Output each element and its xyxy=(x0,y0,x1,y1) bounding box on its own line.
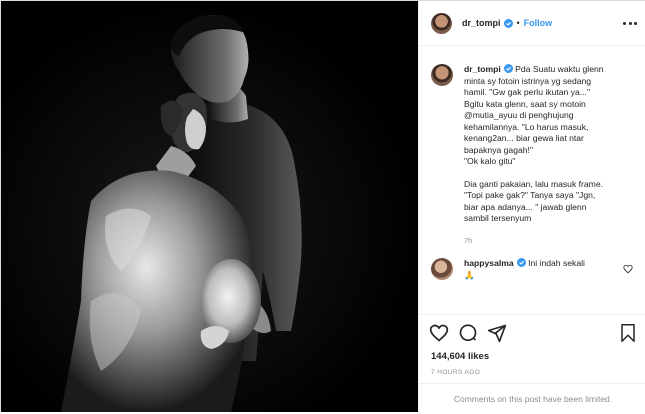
post-photo[interactable] xyxy=(1,1,418,412)
caption-line: sambil tersenyum xyxy=(464,213,532,223)
verified-badge-icon xyxy=(503,64,513,73)
caption-line: minta sy fotoin istrinya yg sedang xyxy=(464,75,592,86)
comment-emoji: 🙏 xyxy=(464,269,475,280)
post-side-panel: dr_tompi • Follow dr_tompi Pda Suatu wak… xyxy=(418,1,645,412)
caption-body: dr_tompi Pda Suatu waktu glenn minta sy … xyxy=(464,64,632,246)
header-separator: • xyxy=(516,18,520,28)
likes-count[interactable]: 144,604 likes xyxy=(431,351,489,362)
comment-body: happysalma Ini indah sekali 🙏 xyxy=(464,258,632,281)
more-options-icon[interactable] xyxy=(623,17,637,29)
caption-line: Pda Suatu waktu glenn xyxy=(515,64,604,74)
verified-badge-icon xyxy=(503,18,513,28)
instagram-post: dr_tompi • Follow dr_tompi Pda Suatu wak… xyxy=(0,0,645,412)
caption-line: kehamilannya. "Lo harus masuk, xyxy=(464,121,589,132)
author-avatar[interactable] xyxy=(431,12,452,34)
post-actions: 144,604 likes 7 HOURS AGO Comments on th… xyxy=(419,314,645,412)
comments-section: dr_tompi Pda Suatu waktu glenn minta sy … xyxy=(419,47,645,313)
caption-line: Dia ganti pakaian, lalu masuk frame. xyxy=(464,178,604,189)
caption-line: biar apa adanya... " jawab glenn xyxy=(464,201,587,212)
caption: dr_tompi Pda Suatu waktu glenn minta sy … xyxy=(431,64,635,246)
caption-author-avatar[interactable] xyxy=(431,64,453,86)
bookmark-icon[interactable] xyxy=(619,323,637,343)
comment-item: happysalma Ini indah sekali 🙏 xyxy=(431,258,635,281)
photo-image xyxy=(1,1,418,412)
caption-line: kenang2an... biar gewa liat ntar xyxy=(464,133,584,143)
paper-plane-icon[interactable] xyxy=(487,323,507,343)
caption-line: hamil. "Gw gak perlu ikutan ya..." xyxy=(464,87,590,97)
comment-bubble-icon[interactable] xyxy=(458,323,478,343)
caption-line: Bgitu kata glenn, saat sy motoin xyxy=(464,98,586,109)
verified-badge-icon xyxy=(516,258,526,267)
comment-text: Ini indah sekali xyxy=(528,258,585,268)
author-username[interactable]: dr_tompi xyxy=(462,18,501,28)
small-heart-icon[interactable] xyxy=(623,264,633,274)
caption-line: bapaknya gagah!" xyxy=(464,144,533,155)
caption-line: "Topi pake gak?" Tanya saya "Jgn, xyxy=(464,190,596,200)
post-time-ago[interactable]: 7 HOURS AGO xyxy=(431,369,480,376)
caption-timestamp[interactable]: 7h xyxy=(464,235,632,247)
comments-limited-notice: Comments on this post have been limited. xyxy=(419,383,645,413)
caption-author[interactable]: dr_tompi xyxy=(464,64,501,74)
commenter-avatar[interactable] xyxy=(431,258,453,280)
commenter-username[interactable]: happysalma xyxy=(464,258,514,268)
post-header: dr_tompi • Follow xyxy=(419,1,645,46)
follow-button[interactable]: Follow xyxy=(524,18,553,28)
caption-line: @mutia_ayuu di penghujung xyxy=(464,110,574,120)
heart-icon[interactable] xyxy=(429,323,449,343)
caption-line: "Ok kalo gitu" xyxy=(464,156,516,166)
